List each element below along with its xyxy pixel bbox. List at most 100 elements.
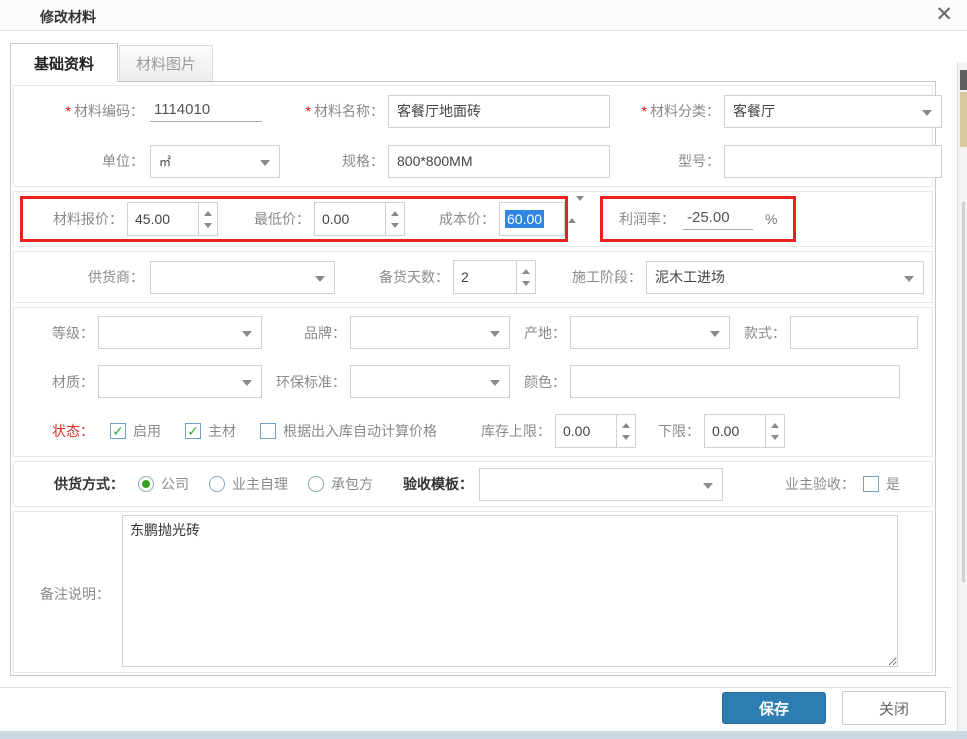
brand-label: 品牌： — [276, 323, 346, 343]
quote-price-label: 材料报价： — [27, 209, 123, 229]
supply-mode-contractor-radio[interactable] — [308, 476, 324, 492]
stock-lower-spin-buttons[interactable] — [766, 414, 785, 448]
color-input[interactable] — [570, 365, 900, 398]
acceptance-template-select[interactable] — [479, 468, 723, 501]
construction-stage-value: 泥木工进场 — [655, 267, 725, 287]
quote-price-stepper[interactable]: 45.00 — [127, 202, 218, 236]
stock-lower-label: 下限： — [654, 421, 700, 441]
spinner-down-icon[interactable] — [771, 435, 779, 440]
check-icon: ✓ — [187, 424, 199, 438]
style-input[interactable] — [790, 316, 918, 349]
spec-input[interactable] — [388, 145, 610, 178]
supply-mode-owner-radio[interactable] — [209, 476, 225, 492]
supply-mode-company-label[interactable]: 公司 — [161, 474, 189, 494]
stock-days-value[interactable]: 2 — [453, 260, 517, 294]
cost-price-spin-buttons[interactable] — [568, 201, 584, 237]
spinner-up-icon[interactable] — [391, 211, 399, 216]
close-icon[interactable]: ✕ — [935, 3, 953, 27]
construction-stage-label: 施工阶段： — [558, 267, 642, 287]
group-identity: *材料编码： 1114010 *材料名称： *材料分类： 客餐厅 单位： ㎡ 规… — [13, 85, 933, 187]
construction-stage-select[interactable]: 泥木工进场 — [646, 261, 924, 294]
brand-select[interactable] — [350, 316, 510, 349]
supply-mode-company-radio[interactable] — [138, 476, 154, 492]
vertical-scrollbar[interactable] — [957, 62, 967, 731]
min-price-spin-buttons[interactable] — [386, 202, 405, 236]
chevron-down-icon — [490, 331, 500, 337]
style-label: 款式： — [740, 323, 786, 343]
stock-lower-stepper[interactable]: 0.00 — [704, 414, 785, 448]
scrollbar-thumb-dark[interactable] — [960, 70, 967, 90]
material-name-input[interactable] — [388, 95, 610, 128]
dialog-titlebar: 修改材料 ✕ — [0, 0, 967, 31]
unit-label: 单位： — [26, 151, 144, 171]
remark-textarea[interactable]: 东鹏抛光砖 — [122, 515, 898, 667]
stock-lower-value[interactable]: 0.00 — [704, 414, 766, 448]
model-input[interactable] — [724, 145, 942, 178]
unit-select[interactable]: ㎡ — [150, 145, 280, 178]
group-attributes: 等级： 品牌： 产地： 款式： 材质： 环保标准： 颜色： 状态： ✓ 启用 ✓… — [13, 307, 933, 457]
material-category-label: *材料分类： — [618, 101, 720, 121]
main-material-checkbox[interactable]: ✓ — [185, 423, 201, 439]
price-highlight-box: 材料报价： 45.00 最低价： 0.00 成本价： 60.00 — [20, 196, 568, 242]
chevron-down-icon — [242, 331, 252, 337]
quote-price-spin-buttons[interactable] — [199, 202, 218, 236]
enabled-checkbox[interactable]: ✓ — [110, 423, 126, 439]
spinner-down-icon[interactable] — [522, 281, 530, 286]
stock-days-label: 备货天数： — [361, 267, 449, 287]
supplier-select[interactable] — [150, 261, 335, 294]
group-supplier: 供货商： 备货天数： 2 施工阶段： 泥木工进场 — [13, 251, 933, 303]
chevron-down-icon — [242, 380, 252, 386]
stock-upper-label: 库存上限： — [467, 421, 551, 441]
env-standard-select[interactable] — [350, 365, 510, 398]
spinner-up-icon[interactable] — [522, 269, 530, 274]
window-bottom-edge — [0, 731, 967, 739]
stock-upper-value[interactable]: 0.00 — [555, 414, 617, 448]
supply-mode-owner-label[interactable]: 业主自理 — [232, 474, 288, 494]
scrollbar-thumb[interactable] — [962, 202, 965, 582]
grade-select[interactable] — [98, 316, 262, 349]
env-standard-label: 环保标准： — [276, 372, 346, 392]
color-label: 颜色： — [520, 372, 566, 392]
remark-label: 备注说明： — [40, 584, 110, 604]
save-button[interactable]: 保存 — [722, 692, 826, 724]
texture-label: 材质： — [28, 372, 94, 392]
spinner-down-icon[interactable] — [204, 223, 212, 228]
spinner-down-icon[interactable] — [622, 435, 630, 440]
chevron-down-icon — [922, 110, 932, 116]
main-material-checkbox-label[interactable]: 主材 — [208, 421, 236, 441]
cost-price-label: 成本价： — [425, 209, 495, 229]
spinner-down-icon[interactable] — [576, 196, 584, 218]
min-price-value[interactable]: 0.00 — [314, 202, 386, 236]
enabled-checkbox-label[interactable]: 启用 — [133, 421, 161, 441]
auto-price-checkbox-label[interactable]: 根据出入库自动计算价格 — [283, 421, 437, 441]
origin-select[interactable] — [570, 316, 730, 349]
owner-acceptance-checkbox[interactable] — [863, 476, 879, 492]
scrollbar-thumb-tan[interactable] — [960, 92, 967, 147]
spinner-up-icon[interactable] — [771, 423, 779, 428]
origin-label: 产地： — [520, 323, 566, 343]
tab-basic-info-label: 基础资料 — [34, 53, 94, 74]
tab-material-images[interactable]: 材料图片 — [119, 45, 213, 81]
material-code-label: *材料编码： — [26, 101, 144, 121]
spinner-down-icon[interactable] — [391, 223, 399, 228]
spinner-up-icon[interactable] — [204, 211, 212, 216]
material-code-value: 1114010 — [150, 101, 262, 122]
tab-basic-info[interactable]: 基础资料 — [10, 43, 118, 82]
spinner-up-icon[interactable] — [622, 423, 630, 428]
stock-days-spin-buttons[interactable] — [517, 260, 536, 294]
group-supply-mode: 供货方式： 公司 业主自理 承包方 验收模板： 业主验收： 是 — [13, 461, 933, 507]
stock-days-stepper[interactable]: 2 — [453, 260, 536, 294]
cost-price-input[interactable]: 60.00 — [499, 202, 565, 236]
spinner-up-icon[interactable] — [568, 201, 576, 223]
stock-upper-spin-buttons[interactable] — [617, 414, 636, 448]
tab-material-images-label: 材料图片 — [136, 53, 196, 74]
min-price-stepper[interactable]: 0.00 — [314, 202, 405, 236]
auto-price-checkbox[interactable] — [260, 423, 276, 439]
quote-price-value[interactable]: 45.00 — [127, 202, 199, 236]
texture-select[interactable] — [98, 365, 262, 398]
supply-mode-contractor-label[interactable]: 承包方 — [331, 474, 373, 494]
stock-upper-stepper[interactable]: 0.00 — [555, 414, 636, 448]
close-button[interactable]: 关闭 — [842, 691, 946, 725]
owner-acceptance-yes-label[interactable]: 是 — [886, 474, 900, 494]
material-category-select[interactable]: 客餐厅 — [724, 95, 942, 128]
